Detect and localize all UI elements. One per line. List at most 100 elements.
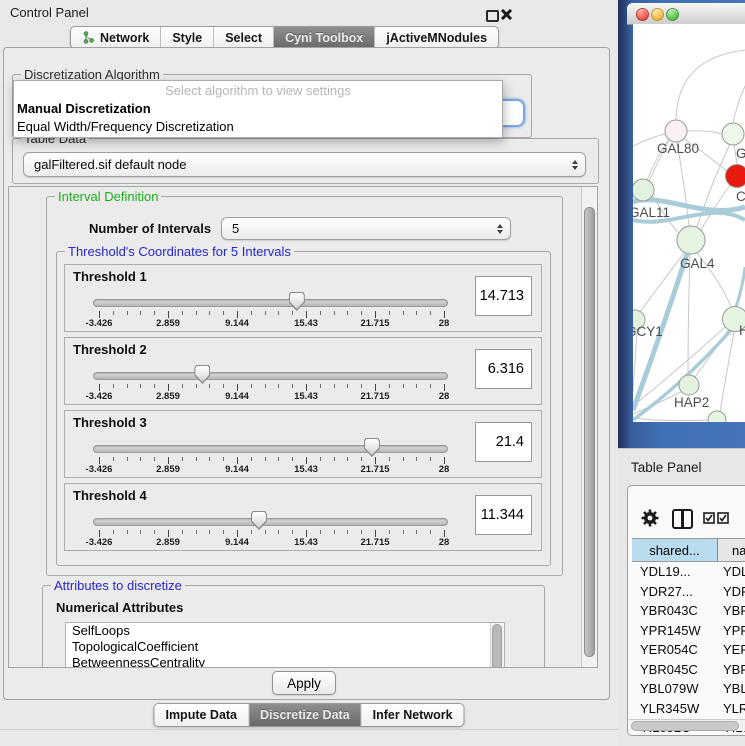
network-node-hap2[interactable] xyxy=(679,375,699,395)
cell-shared-name[interactable]: YBR043C xyxy=(632,603,718,618)
tick-mark xyxy=(168,457,169,464)
tick-label: 28 xyxy=(414,537,474,548)
table-horizontal-scrollbar-thumb[interactable] xyxy=(631,721,739,731)
column-header-name[interactable]: na xyxy=(718,539,745,561)
table-row[interactable]: YBR043CYBR0 xyxy=(632,601,745,621)
threshold-label: Threshold 3 xyxy=(73,415,147,430)
network-node[interactable] xyxy=(708,411,726,422)
cell-name[interactable]: YBR0 xyxy=(718,662,745,677)
attribute-item-topologicalcoefficient[interactable]: TopologicalCoefficient xyxy=(66,639,504,655)
tab-cyni-toolbox[interactable]: Cyni Toolbox xyxy=(274,27,375,48)
slider-track[interactable] xyxy=(93,299,448,307)
column-header-shared-name[interactable]: shared... xyxy=(632,539,718,561)
algorithm-option-manual-discretization[interactable]: Manual Discretization xyxy=(14,100,502,118)
tick-label: 21.715 xyxy=(345,391,405,402)
apply-button[interactable]: Apply xyxy=(272,671,336,695)
tab-jactivemnodules[interactable]: jActiveMNodules xyxy=(375,27,498,48)
bottom-tab-discretize-data[interactable]: Discretize Data xyxy=(249,704,362,726)
node-label: GAL80 xyxy=(657,141,699,156)
cell-name[interactable]: YDR2 xyxy=(718,584,745,599)
window-light-yellow-icon[interactable] xyxy=(651,8,664,21)
tick-label: 28 xyxy=(414,318,474,329)
list-scrollbar[interactable] xyxy=(490,623,504,668)
threshold-value-field[interactable]: 14.713 xyxy=(475,276,532,316)
threshold-value-field[interactable]: 6.316 xyxy=(475,349,532,389)
network-node-gal80[interactable] xyxy=(665,120,687,142)
tick-mark xyxy=(292,457,293,461)
table-row[interactable]: YLR345WYLR3 xyxy=(632,699,745,719)
bottom-tab-impute-data[interactable]: Impute Data xyxy=(154,704,249,726)
cell-shared-name[interactable]: YER054C xyxy=(632,642,718,657)
table-row[interactable]: YBL079WYBL0 xyxy=(632,679,745,699)
list-scrollbar-thumb[interactable] xyxy=(492,624,502,668)
cell-shared-name[interactable]: YPR145W xyxy=(632,623,718,638)
settings-scrollbar[interactable] xyxy=(581,187,597,667)
tick-mark xyxy=(334,457,335,461)
tick-mark xyxy=(154,530,155,534)
network-edge xyxy=(733,86,745,123)
table-row[interactable]: YBR045CYBR0 xyxy=(632,660,745,680)
tick-mark xyxy=(209,311,210,315)
slider-thumb[interactable] xyxy=(194,365,210,384)
table-row[interactable]: YDL19...YDL1 xyxy=(632,562,745,582)
network-window-titlebar[interactable] xyxy=(627,3,745,25)
bottom-tab-infer-network[interactable]: Infer Network xyxy=(362,704,464,726)
checkbox-icon[interactable] xyxy=(717,512,729,524)
tick-mark xyxy=(403,384,404,388)
slider-thumb[interactable] xyxy=(364,438,380,457)
tab-select[interactable]: Select xyxy=(214,27,274,48)
cell-name[interactable]: YBR0 xyxy=(718,603,745,618)
threshold-value-field[interactable]: 11.344 xyxy=(475,495,532,535)
checkbox-icon[interactable] xyxy=(703,512,715,524)
slider-track[interactable] xyxy=(93,518,448,526)
settings-gear-icon[interactable] xyxy=(640,508,660,528)
attribute-item-selfloops[interactable]: SelfLoops xyxy=(66,623,504,639)
attribute-item-betweennesscentrality[interactable]: BetweennessCentrality xyxy=(66,655,504,668)
tick-mark xyxy=(265,457,266,461)
tab-style[interactable]: Style xyxy=(161,27,214,48)
threshold-value-field[interactable]: 21.4 xyxy=(475,422,532,462)
network-canvas[interactable]: GAL80GACGAL11GAL4GCY1HHAP2 xyxy=(633,24,745,422)
window-light-red-icon[interactable] xyxy=(636,8,649,21)
slider-track[interactable] xyxy=(93,372,448,380)
settings-scrollbar-thumb[interactable] xyxy=(584,207,595,657)
table-row[interactable]: YER054CYER0 xyxy=(632,640,745,660)
cell-shared-name[interactable]: YDL19... xyxy=(632,564,718,579)
tab-jactivemnodules-label: jActiveMNodules xyxy=(386,31,487,45)
network-node-c[interactable] xyxy=(726,165,745,188)
table-row[interactable]: YPR145WYPR1 xyxy=(632,621,745,641)
algorithm-option-equal-width-frequency-discretization[interactable]: Equal Width/Frequency Discretization xyxy=(14,118,502,136)
split-view-icon[interactable] xyxy=(672,509,693,529)
tick-mark xyxy=(209,530,210,534)
cell-shared-name[interactable]: YLR345W xyxy=(632,701,718,716)
tick-mark xyxy=(223,311,224,315)
cell-shared-name[interactable]: YDR27... xyxy=(632,584,718,599)
tick-label: 21.715 xyxy=(345,464,405,475)
network-node-gal4[interactable] xyxy=(677,226,705,254)
node-table: shared... na YDL19...YDL1YDR27...YDR2YBR… xyxy=(632,538,745,736)
window-light-green-icon[interactable] xyxy=(666,8,679,21)
slider-thumb[interactable] xyxy=(289,292,305,311)
close-icon[interactable] xyxy=(500,9,511,20)
table-data-combobox[interactable]: galFiltered.sif default node xyxy=(23,152,586,177)
number-of-intervals-combobox[interactable]: 5 xyxy=(221,217,511,240)
table-row[interactable]: YDR27...YDR2 xyxy=(632,582,745,602)
network-node-ga[interactable] xyxy=(722,123,744,145)
cell-name[interactable]: YER0 xyxy=(718,642,745,657)
cell-name[interactable]: YBL0 xyxy=(718,681,745,696)
slider-thumb[interactable] xyxy=(251,511,267,530)
cell-shared-name[interactable]: YBL079W xyxy=(632,681,718,696)
cell-name[interactable]: YLR3 xyxy=(718,701,745,716)
tab-network[interactable]: Network xyxy=(71,27,161,48)
float-icon[interactable] xyxy=(486,10,499,22)
table-horizontal-scrollbar[interactable] xyxy=(629,719,745,731)
slider-track[interactable] xyxy=(93,445,448,453)
network-node-gal11[interactable] xyxy=(633,179,654,201)
numerical-attributes-list[interactable]: SelfLoopsTopologicalCoefficientBetweenne… xyxy=(65,622,505,668)
tick-mark xyxy=(223,457,224,461)
cell-name[interactable]: YPR1 xyxy=(718,623,745,638)
tick-mark xyxy=(99,530,100,537)
cell-name[interactable]: YDL1 xyxy=(718,564,745,579)
cell-shared-name[interactable]: YBR045C xyxy=(632,662,718,677)
tick-mark xyxy=(196,457,197,461)
